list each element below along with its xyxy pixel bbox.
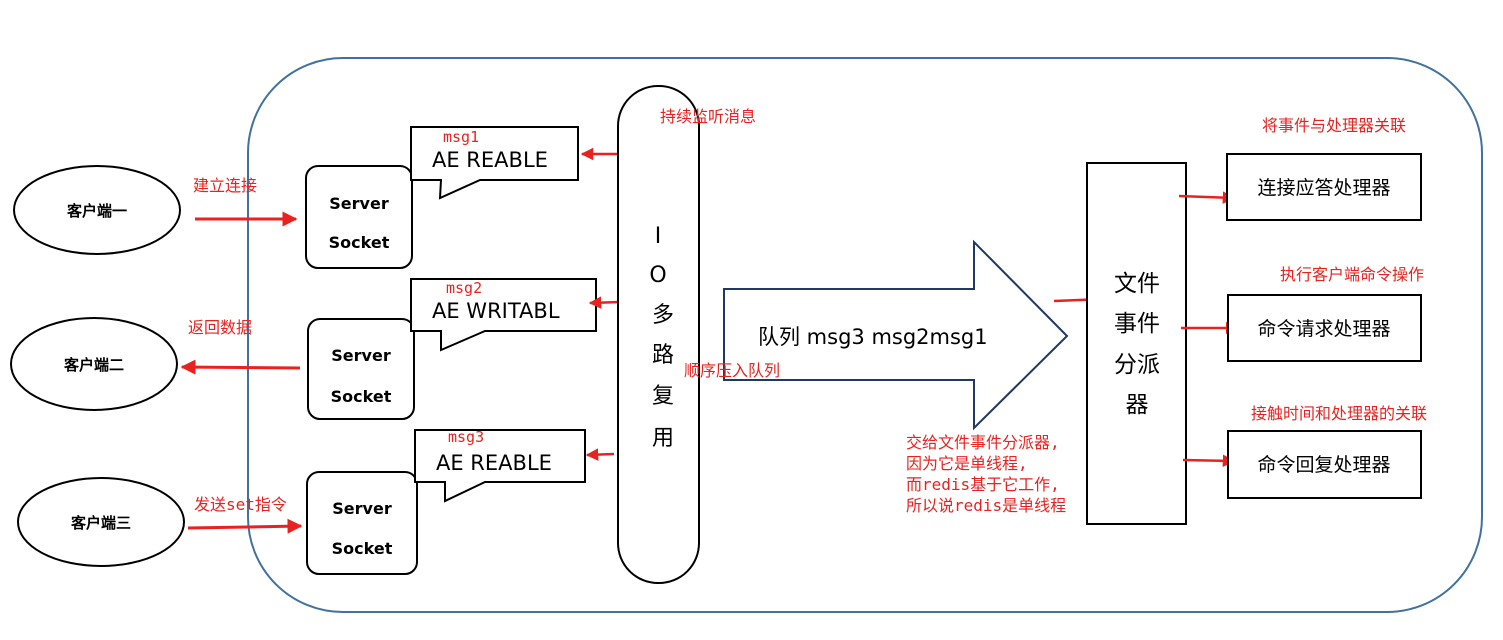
dispatcher-line-1: 文件 — [1114, 271, 1160, 297]
svg-text:交给文件事件分派器,: 交给文件事件分派器, — [906, 433, 1060, 452]
queue-label: 队列 msg3 msg2msg1 — [758, 325, 988, 349]
event-1-msg: msg1 — [443, 128, 479, 146]
io-char-3: 多 — [652, 303, 674, 328]
svg-text:所以说redis是单线程: 所以说redis是单线程 — [906, 496, 1066, 515]
dispatcher-line-2: 事件 — [1114, 311, 1160, 337]
client-1: 客户端一 — [13, 165, 181, 255]
io-char-1: I — [655, 224, 662, 249]
io-char-6: 用 — [652, 426, 674, 451]
handler-1-caption: 将事件与处理器关联 — [1262, 116, 1406, 135]
client-2: 客户端二 — [10, 317, 178, 411]
svg-text:Server: Server — [332, 499, 392, 518]
redis-event-model-diagram: 客户端一 客户端二 客户端三 建立连接 返回数据 发送set指令 Server … — [10, 57, 1483, 613]
client-2-label: 客户端二 — [63, 356, 124, 374]
event-3-label: AE REABLE — [436, 451, 552, 475]
svg-text:Socket: Socket — [332, 539, 393, 558]
client-3-label: 客户端三 — [70, 514, 131, 532]
event-3-msg: msg3 — [448, 428, 484, 446]
handler-command-reply: 命令回复处理器 — [1227, 430, 1422, 499]
svg-text:Socket: Socket — [329, 233, 390, 252]
event-callout-1: msg1 AE REABLE — [410, 126, 579, 200]
client-3: 客户端三 — [17, 477, 185, 567]
connect-label: 建立连接 — [193, 176, 257, 195]
return-data-arrow — [180, 359, 301, 375]
dispatcher-line-3: 分派 — [1114, 352, 1160, 378]
handler-2-caption: 执行客户端命令操作 — [1280, 265, 1424, 284]
dispatcher-line-4: 器 — [1126, 392, 1149, 418]
io-to-event-3-arrow — [585, 448, 615, 461]
event-1-label: AE REABLE — [432, 148, 548, 172]
io-char-4: 路 — [652, 343, 674, 368]
io-multiplexer: I O 多 路 复 用 — [617, 85, 700, 584]
client-1-label: 客户端一 — [66, 202, 127, 220]
svg-text:Server: Server — [329, 194, 389, 213]
dispatch-note: 交给文件事件分派器, 因为它是单线程, 而redis基于它工作, 所以说redi… — [906, 433, 1066, 515]
file-event-dispatcher: 文件 事件 分派 器 — [1086, 162, 1187, 525]
server-socket-1: Server Socket — [305, 165, 413, 269]
event-2-label: AE WRITABL — [432, 299, 560, 323]
dispatcher-to-handler-1-arrow — [1178, 191, 1236, 204]
svg-text:因为它是单线程,: 因为它是单线程, — [906, 454, 1028, 473]
server-socket-2: Server Socket — [307, 318, 415, 420]
server-socket-3: Server Socket — [306, 471, 418, 575]
handler-3-caption: 接触时间和处理器的关联 — [1251, 404, 1427, 423]
svg-text:Socket: Socket — [331, 387, 392, 406]
svg-text:而redis基于它工作,: 而redis基于它工作, — [906, 475, 1060, 494]
dispatcher-to-handler-3-arrow — [1182, 454, 1236, 468]
io-char-5: 复 — [652, 384, 674, 409]
svg-text:Server: Server — [331, 346, 391, 365]
return-data-label: 返回数据 — [188, 318, 252, 337]
event-2-msg: msg2 — [446, 279, 482, 297]
io-char-2: O — [649, 263, 666, 288]
event-callout-3: msg3 AE REABLE — [414, 428, 586, 503]
send-set-label: 发送set指令 — [194, 495, 287, 514]
queue-push-label: 顺序压入队列 — [684, 361, 780, 380]
svg-text:命令回复处理器: 命令回复处理器 — [1257, 454, 1390, 476]
handler-connect-accept: 连接应答处理器 — [1226, 153, 1422, 221]
svg-text:连接应答处理器: 连接应答处理器 — [1257, 177, 1390, 199]
handler-command-request: 命令请求处理器 — [1227, 294, 1422, 362]
send-set-arrow — [187, 518, 303, 534]
io-to-event-2-arrow — [588, 296, 621, 309]
event-callout-2: msg2 AE WRITABL — [410, 278, 597, 352]
listen-label: 持续监听消息 — [660, 107, 756, 126]
svg-text:命令请求处理器: 命令请求处理器 — [1257, 318, 1390, 340]
